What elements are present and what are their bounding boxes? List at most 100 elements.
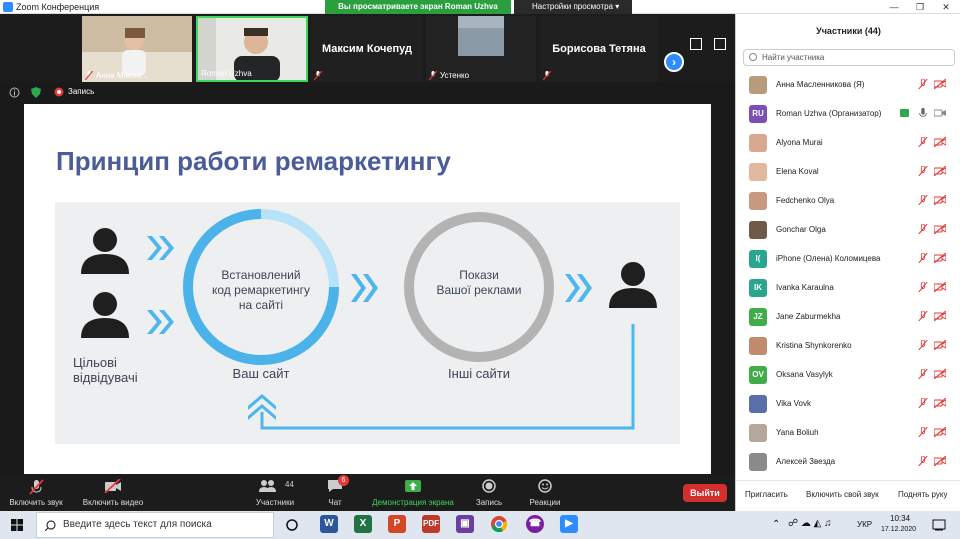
chat-badge: 6	[338, 475, 349, 486]
avatar: RU	[749, 105, 767, 123]
participant-row[interactable]: Fedchenko Olya	[736, 186, 960, 215]
save-app-icon[interactable]: ▣	[456, 515, 474, 533]
windows-start-icon[interactable]	[11, 519, 23, 531]
mic-muted-icon	[918, 427, 928, 437]
participant-row[interactable]: OV Oksana Vasylyk	[736, 360, 960, 389]
participant-name: Yana Boliuh	[776, 428, 819, 437]
gallery-view-icon[interactable]	[690, 38, 702, 50]
participant-name: Elena Koval	[776, 167, 819, 176]
target-visitors-label: Цільові відвідувачі	[73, 355, 138, 385]
restore-button[interactable]: ❐	[906, 0, 934, 14]
unmute-button[interactable]: Включить звук	[4, 475, 68, 511]
video-thumb-ustenko[interactable]: Устенко	[426, 16, 536, 82]
viber-app-icon[interactable]: ☎	[526, 515, 544, 533]
mic-muted-icon	[918, 398, 928, 408]
participant-name: Алексей Звезда	[776, 457, 836, 466]
participant-search-input[interactable]: Найти участника	[743, 49, 955, 66]
info-icon[interactable]	[9, 87, 20, 98]
chevron-arrows-icon	[351, 274, 378, 302]
search-placeholder: Найти участника	[762, 53, 825, 62]
close-button[interactable]: ✕	[932, 0, 960, 14]
presentation-slide: Принцип работи ремаркетингу Цільові відв…	[24, 104, 711, 474]
participant-row[interactable]: Elena Koval	[736, 157, 960, 186]
start-video-button[interactable]: Включить видео	[78, 475, 148, 511]
diagram-graphics	[81, 209, 657, 430]
pdf-app-icon[interactable]: PDF	[422, 515, 440, 533]
clock-date[interactable]: 17.12.2020	[881, 526, 916, 533]
avatar: I(	[749, 250, 767, 268]
avatar	[749, 337, 767, 355]
mic-muted-icon	[918, 253, 928, 263]
participant-row[interactable]: Kristina Shynkorenko	[736, 331, 960, 360]
slide-title: Принцип работи ремаркетингу	[56, 146, 451, 176]
clock-time[interactable]: 10:34	[890, 514, 910, 523]
minimize-button[interactable]: —	[880, 0, 908, 14]
share-screen-button[interactable]: Демонстрация экрана	[366, 475, 460, 511]
participant-name: iPhone (Олена) Коломицева	[776, 254, 881, 263]
taskbar-search-input[interactable]: Введите здесь текст для поиска	[36, 512, 274, 538]
tray-chevron-icon[interactable]: ⌃	[772, 519, 780, 530]
chevron-arrows-icon	[147, 236, 174, 260]
avatar	[749, 424, 767, 442]
chat-button[interactable]: 6 Чат	[320, 475, 350, 511]
unmute-me-button[interactable]: Включить свой звук	[806, 490, 879, 499]
mic-muted-icon	[85, 71, 93, 80]
mic-muted-icon	[29, 479, 44, 495]
participant-row[interactable]: Alyona Murai	[736, 128, 960, 157]
participants-button[interactable]: 44 Участники	[252, 475, 298, 511]
thumb-name: Анна Масле...	[96, 71, 148, 80]
video-thumb-borysova[interactable]: Борисова Тетяна	[540, 16, 658, 82]
share-status-bar: Запись	[0, 82, 735, 104]
camera-icon	[934, 109, 946, 117]
view-settings-dropdown[interactable]: Настройки просмотра ▾	[514, 0, 632, 14]
mic-muted-icon	[918, 137, 928, 147]
video-thumb-maksym[interactable]: Максим Кочепуд	[311, 16, 423, 82]
invite-button[interactable]: Пригласить	[745, 490, 788, 499]
participant-row[interactable]: Yana Boliuh	[736, 418, 960, 447]
visitors-line-1: Цільові	[73, 355, 117, 370]
participant-row[interactable]: Алексей Звезда	[736, 447, 960, 476]
powerpoint-app-icon[interactable]: P	[388, 515, 406, 533]
video-thumb-roman[interactable]: Roman Uzhva	[196, 16, 308, 82]
camera-off-icon	[934, 456, 946, 466]
record-button[interactable]: Запись	[472, 475, 506, 511]
participant-row[interactable]: JZ Jane Zaburmekha	[736, 302, 960, 331]
chrome-app-icon[interactable]	[490, 515, 508, 533]
start-video-label: Включить видео	[82, 498, 144, 507]
word-app-icon[interactable]: W	[320, 515, 338, 533]
video-thumb-anna[interactable]: Анна Масле...	[82, 16, 192, 82]
raise-hand-button[interactable]: Поднять руку	[898, 490, 947, 499]
record-label: Запись	[475, 498, 503, 507]
cortana-icon[interactable]	[286, 519, 298, 531]
mic-muted-icon	[314, 71, 322, 80]
participant-row[interactable]: RU Roman Uzhva (Организатор)	[736, 99, 960, 128]
reactions-button[interactable]: Реакции	[526, 475, 564, 511]
participant-row[interactable]: IK Ivanka Karaulna	[736, 273, 960, 302]
encryption-shield-icon[interactable]	[31, 87, 41, 98]
camera-off-icon	[934, 369, 946, 379]
c1-line-3: на сайті	[238, 298, 284, 312]
participant-row[interactable]: Vika Vovk	[736, 389, 960, 418]
zoom-app-icon[interactable]: ▶	[560, 515, 578, 533]
record-icon	[54, 87, 64, 97]
participant-row[interactable]: I( iPhone (Олена) Коломицева	[736, 244, 960, 273]
thumb-big-name: Максим Кочепуд	[322, 43, 412, 55]
participant-row[interactable]: Анна Масленникова (Я)	[736, 70, 960, 99]
participants-icon	[259, 480, 276, 492]
participant-name: Анна Масленникова (Я)	[776, 80, 865, 89]
leave-button[interactable]: Выйти	[683, 484, 727, 502]
avatar	[749, 192, 767, 210]
notifications-icon[interactable]	[932, 519, 946, 531]
panel-title: Участники (44)	[816, 26, 881, 36]
reactions-icon	[538, 479, 552, 493]
keyboard-language[interactable]: УКР	[857, 520, 872, 529]
share-screen-icon	[405, 480, 421, 492]
participant-row[interactable]: Gonchar Olga	[736, 215, 960, 244]
view-settings-label: Настройки просмотра	[532, 2, 614, 11]
excel-app-icon[interactable]: X	[354, 515, 372, 533]
person-icon	[81, 228, 129, 274]
next-page-arrow-icon[interactable]: ›	[664, 52, 684, 72]
tray-app-icons[interactable]: ☍ ☁ ◭ ♫	[788, 518, 832, 529]
fullscreen-icon[interactable]	[714, 38, 726, 50]
chevron-arrows-icon	[147, 310, 174, 334]
